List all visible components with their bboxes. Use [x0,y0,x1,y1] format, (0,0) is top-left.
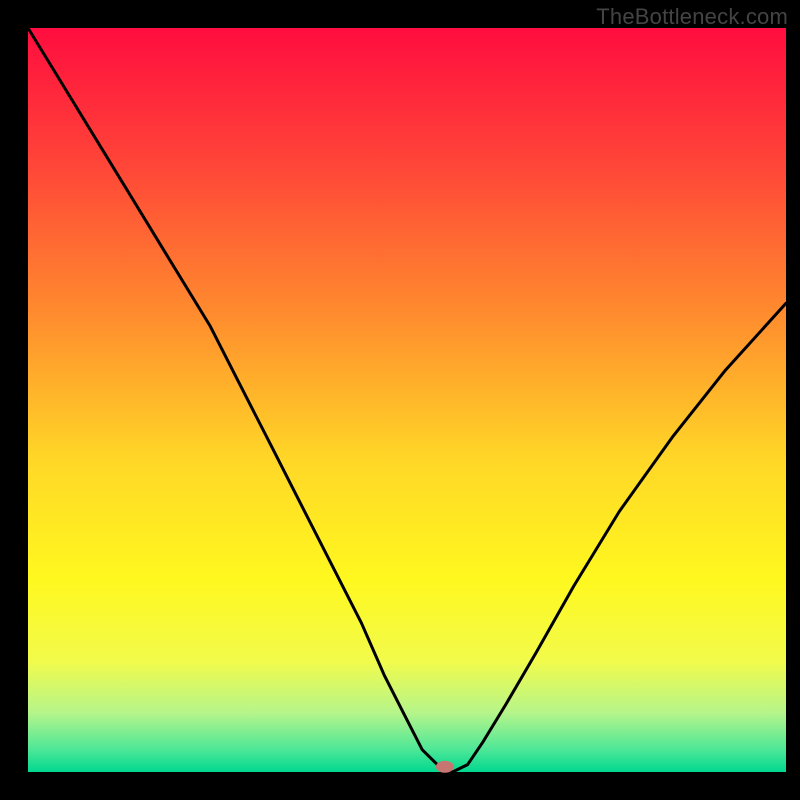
bottleneck-chart: TheBottleneck.com [0,0,800,800]
plot-background [28,28,786,772]
chart-svg [0,0,800,800]
optimal-marker [436,761,454,773]
watermark-text: TheBottleneck.com [596,4,788,30]
